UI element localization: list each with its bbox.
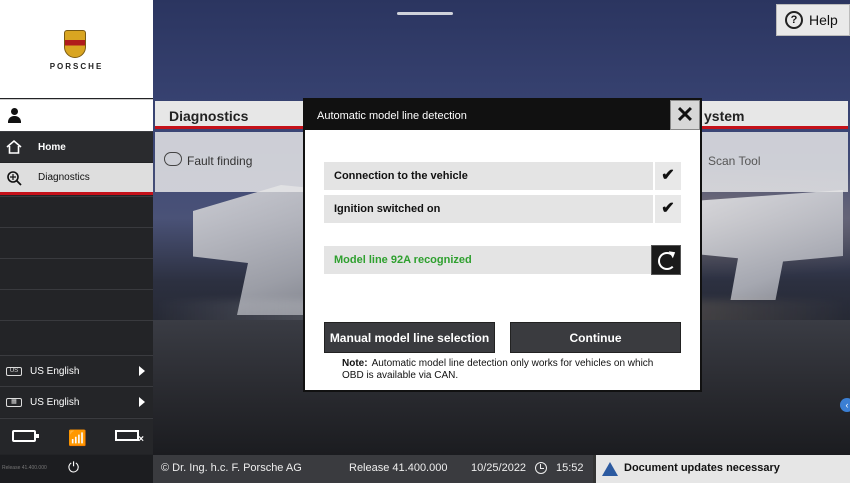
wifi-icon[interactable]: 📶 bbox=[68, 429, 87, 447]
keyboard-icon: ▦ bbox=[6, 398, 22, 407]
tile-system-header[interactable]: ystem bbox=[702, 101, 848, 129]
check-label: Ignition switched on bbox=[334, 203, 441, 215]
sidebar: PORSCHE Home Diagnostics US US English ▦… bbox=[0, 0, 153, 483]
sidebar-empty-slot bbox=[0, 227, 153, 258]
model-line-label: Model line 92A recognized bbox=[334, 254, 472, 266]
warning-icon bbox=[602, 462, 618, 476]
sidebar-empty-slot bbox=[0, 289, 153, 320]
sidebar-empty-slot bbox=[0, 320, 153, 351]
language-flag-icon: US bbox=[6, 367, 22, 376]
sidebar-item-label: Diagnostics bbox=[38, 172, 90, 183]
battery-icon[interactable] bbox=[12, 430, 39, 442]
power-icon[interactable]: ⏻ bbox=[68, 459, 79, 476]
tile-fault-finding[interactable]: Fault finding bbox=[155, 132, 303, 192]
sidebar-item-home[interactable]: Home bbox=[0, 131, 153, 162]
status-icons: 📶 bbox=[0, 418, 153, 454]
language-selector[interactable]: US US English bbox=[0, 355, 153, 386]
sidebar-release-text: Release 41.400.000 bbox=[2, 465, 47, 471]
note-text: Automatic model line detection only work… bbox=[342, 358, 654, 381]
clock-icon bbox=[535, 462, 547, 474]
note-label: Note: bbox=[342, 358, 368, 369]
check-row-ignition: Ignition switched on ✔ bbox=[324, 195, 681, 223]
tile-diagnostics-header[interactable]: Diagnostics bbox=[155, 101, 303, 129]
footer-bar: © Dr. Ing. h.c. F. Porsche AG Release 41… bbox=[153, 455, 850, 483]
porsche-crest-icon bbox=[64, 30, 86, 58]
question-icon: ? bbox=[785, 11, 803, 29]
chevron-right-icon bbox=[139, 397, 145, 407]
sidebar-empty-slot bbox=[0, 258, 153, 289]
sidebar-item-label: Home bbox=[38, 141, 66, 153]
tile-fault-finding-label: Fault finding bbox=[187, 154, 253, 168]
diagnostics-search-icon bbox=[7, 171, 22, 186]
vci-disconnected-icon[interactable] bbox=[115, 430, 144, 445]
document-updates-label: Document updates necessary bbox=[624, 462, 780, 474]
footer-copyright: © Dr. Ing. h.c. F. Porsche AG bbox=[161, 462, 302, 474]
chat-bubble-icon bbox=[164, 152, 182, 166]
check-label: Connection to the vehicle bbox=[334, 170, 468, 182]
sidebar-empty-slot bbox=[0, 196, 153, 227]
user-button[interactable] bbox=[0, 99, 153, 131]
logo-area: PORSCHE bbox=[0, 0, 153, 98]
footer-time: 15:52 bbox=[556, 462, 584, 474]
checkmark-icon: ✔ bbox=[653, 162, 681, 190]
chevron-left-icon[interactable]: ‹ bbox=[840, 398, 850, 412]
help-label: Help bbox=[809, 12, 838, 28]
tile-scan-tool-label: Scan Tool bbox=[708, 154, 761, 168]
footer-release: Release 41.400.000 bbox=[349, 462, 448, 474]
model-line-status: Model line 92A recognized bbox=[324, 245, 681, 275]
keyboard-layout-selector[interactable]: ▦ US English bbox=[0, 386, 153, 417]
close-icon[interactable]: ✕ bbox=[670, 100, 700, 130]
sidebar-item-diagnostics[interactable]: Diagnostics bbox=[0, 163, 153, 195]
top-drag-handle[interactable] bbox=[397, 12, 453, 15]
check-row-connection: Connection to the vehicle ✔ bbox=[324, 162, 681, 190]
tile-system-title: ystem bbox=[704, 108, 745, 124]
brand-wordmark: PORSCHE bbox=[49, 62, 104, 71]
chevron-right-icon bbox=[139, 366, 145, 376]
continue-button[interactable]: Continue bbox=[510, 322, 681, 353]
keyboard-layout-label: US English bbox=[30, 396, 80, 408]
tile-scan-tool[interactable]: Scan Tool bbox=[702, 132, 848, 192]
help-button[interactable]: ? Help bbox=[776, 4, 850, 36]
document-updates-notice[interactable]: Document updates necessary bbox=[593, 455, 850, 483]
manual-model-line-selection-button[interactable]: Manual model line selection bbox=[324, 322, 495, 353]
checkmark-icon: ✔ bbox=[653, 195, 681, 223]
user-icon bbox=[8, 108, 22, 123]
dialog-note: Note: Automatic model line detection only… bbox=[342, 358, 662, 382]
tile-diagnostics-title: Diagnostics bbox=[169, 108, 249, 124]
language-label: US English bbox=[30, 365, 80, 377]
dialog-header: Automatic model line detection bbox=[305, 100, 700, 130]
refresh-icon[interactable] bbox=[651, 245, 681, 275]
dialog-title: Automatic model line detection bbox=[317, 110, 467, 122]
footer-date: 10/25/2022 bbox=[471, 462, 527, 474]
home-icon bbox=[6, 139, 22, 154]
model-line-detection-dialog: Automatic model line detection ✕ Connect… bbox=[303, 98, 702, 392]
